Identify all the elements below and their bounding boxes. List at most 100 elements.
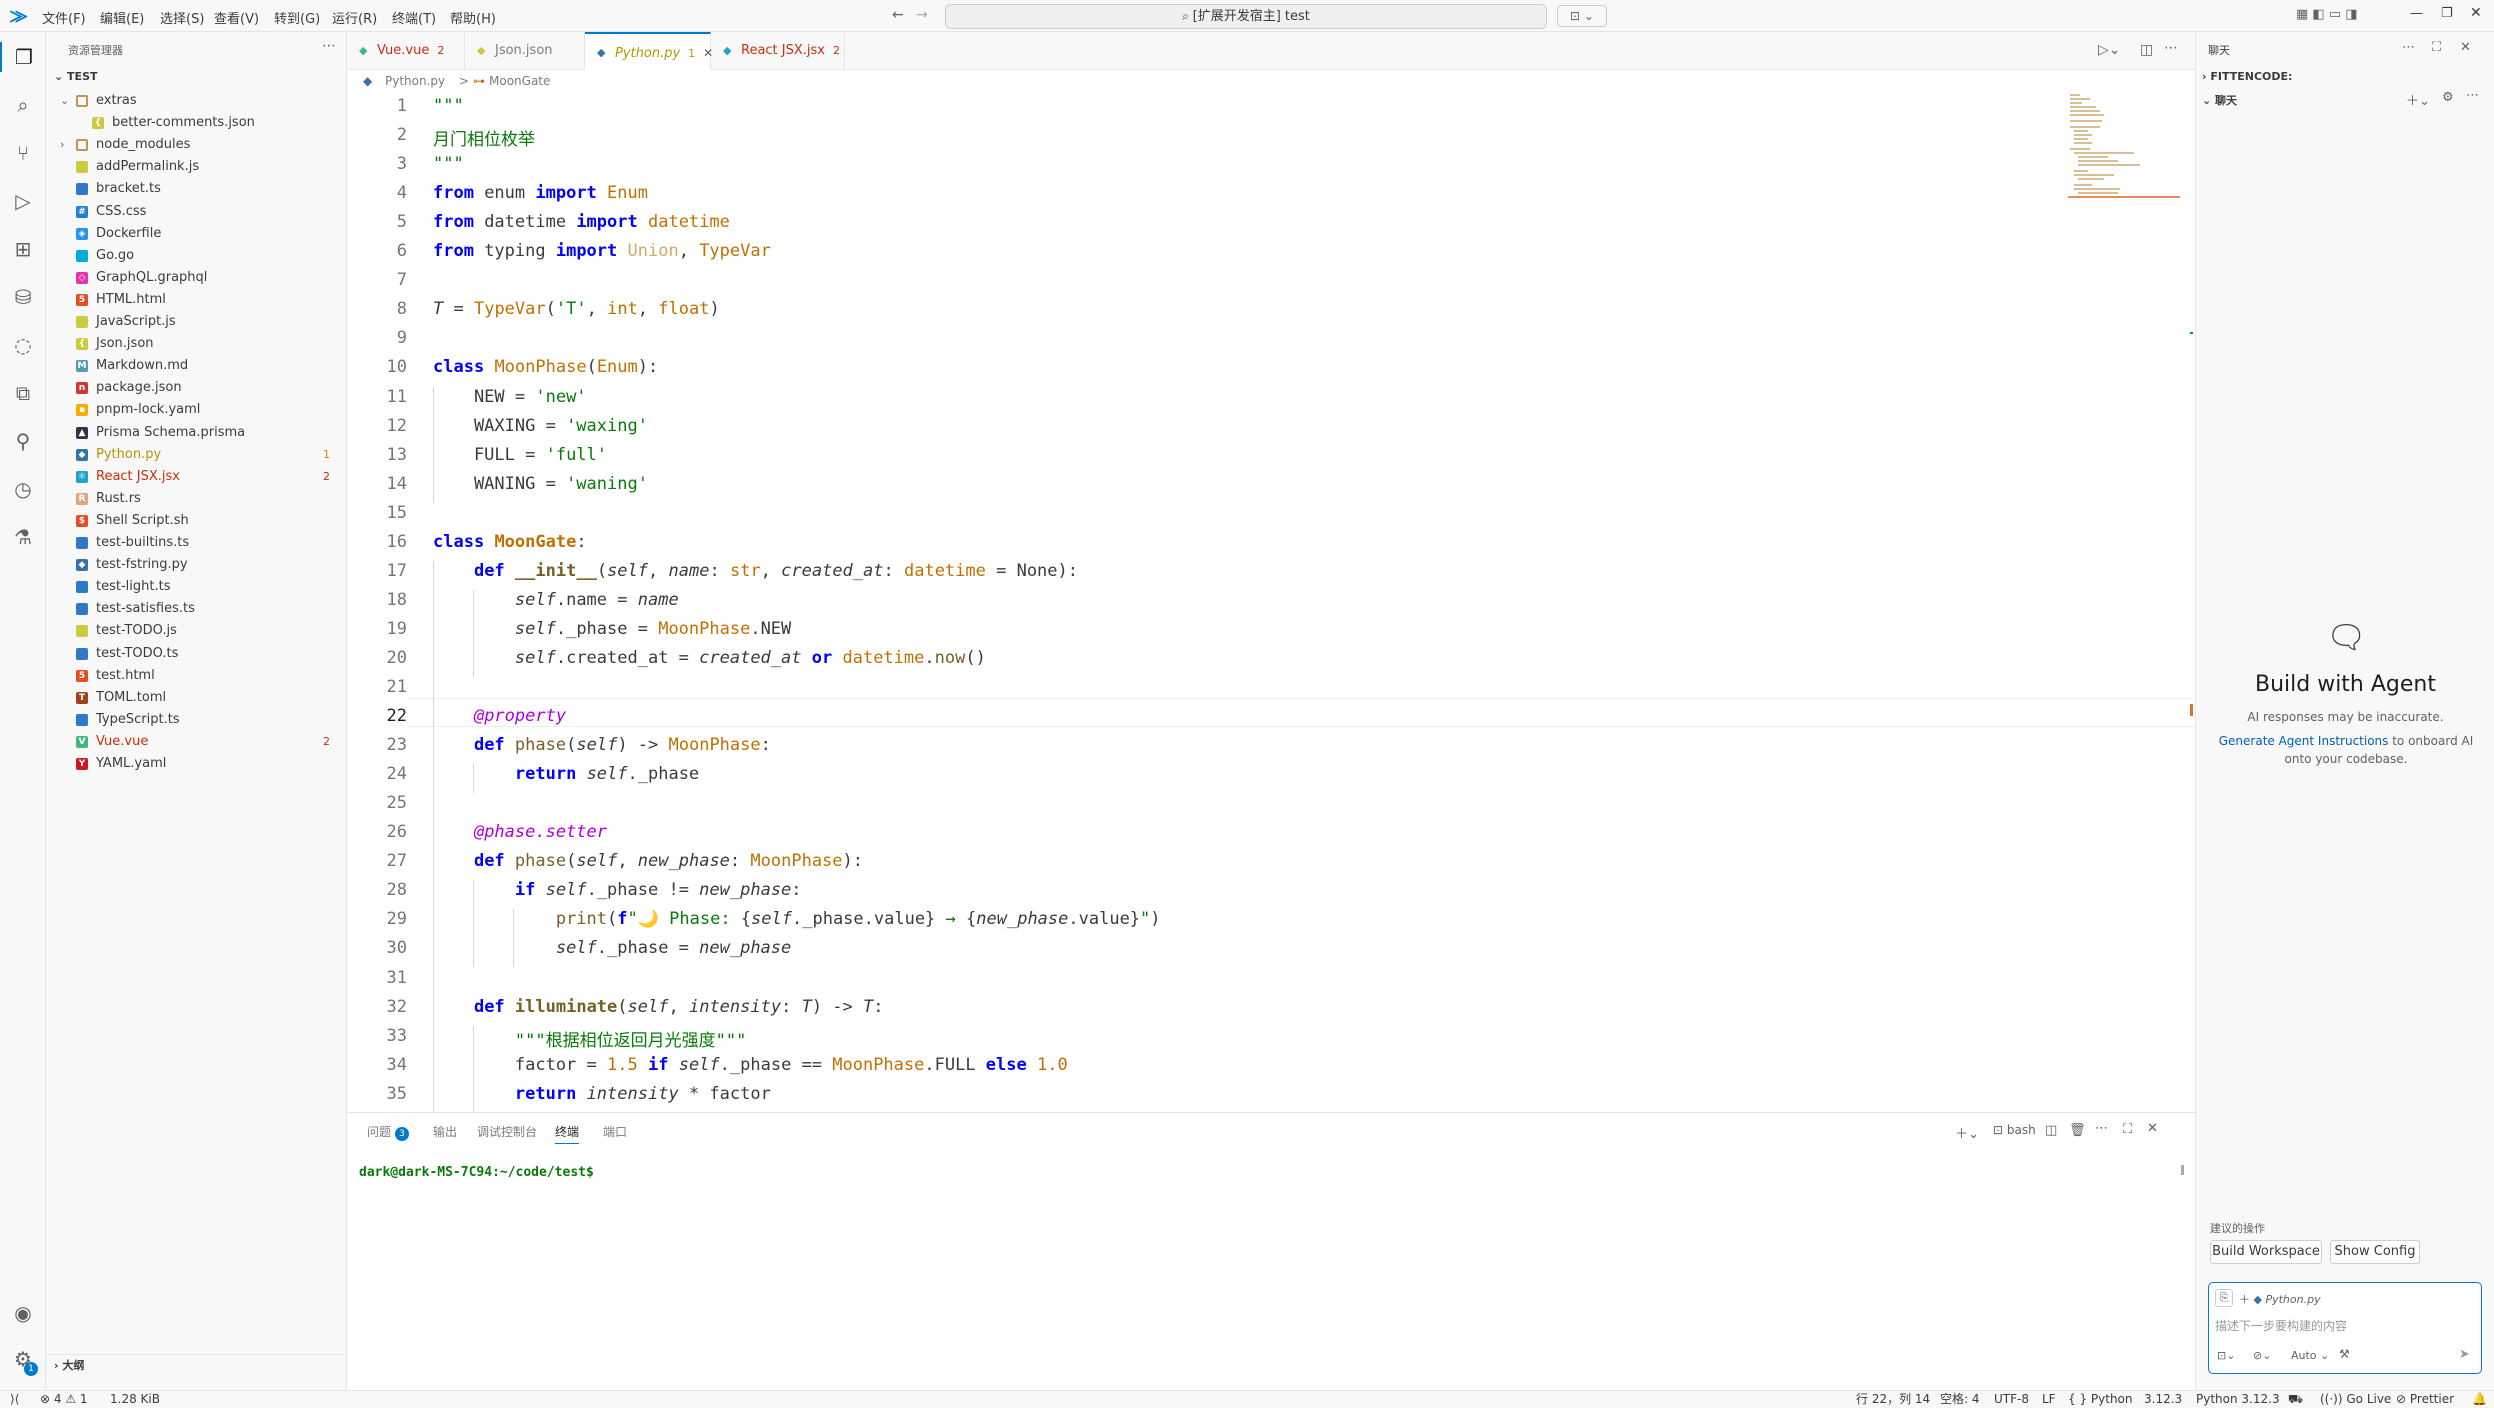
forward-icon[interactable]: → — [916, 7, 928, 23]
chat-section[interactable]: ⌄ 聊天 — [2202, 92, 2237, 108]
code-line[interactable]: from typing import Union, TypeVar — [433, 241, 771, 261]
editor-tab[interactable]: ◆ Vue.vue 2 — [347, 32, 465, 70]
code-line[interactable]: T = TypeVar('T', int, float) — [433, 299, 720, 319]
terminal-prompt[interactable]: dark@dark-MS-7C94:~/code/test$ — [359, 1165, 594, 1180]
notifications-bell-icon[interactable]: 🔔 — [2472, 1391, 2487, 1408]
outline-section[interactable]: › 大纲 — [46, 1354, 346, 1376]
end-of-line[interactable]: LF — [2042, 1391, 2056, 1408]
more-actions-icon[interactable]: ⋯ — [322, 38, 336, 54]
tree-item[interactable]: {better-comments.json — [46, 112, 346, 134]
tree-item[interactable]: test-satisfies.ts — [46, 598, 346, 620]
go-live-button[interactable]: ((·)) Go Live — [2320, 1391, 2391, 1408]
layout-icons[interactable]: ▦ ◧ ▭ ◨ — [2296, 7, 2358, 22]
code-line[interactable]: def phase(self, new_phase: MoonPhase): — [433, 851, 863, 871]
menu-item[interactable]: 帮助(H) — [450, 8, 496, 27]
problems-status[interactable]: ⊗ 4 ⚠ 1 — [40, 1391, 88, 1408]
split-editor-icon[interactable]: ◫ — [2140, 42, 2153, 58]
panel-more-icon[interactable]: ⋯ — [2095, 1121, 2108, 1136]
close-window-button[interactable]: ✕ — [2470, 5, 2482, 21]
menu-item[interactable]: 文件(F) — [42, 8, 86, 27]
editor-tab[interactable]: ◆ React JSX.jsx 2 — [711, 32, 845, 70]
workspace-root[interactable]: ⌄ TEST — [54, 70, 98, 83]
copilot-menu-button[interactable]: ⊡ ⌄ — [1557, 5, 1607, 27]
extensions-icon[interactable]: ⊞ — [8, 234, 38, 264]
panel-tab[interactable]: 端口 — [603, 1123, 627, 1140]
search-view-icon[interactable]: ⌕ — [8, 90, 38, 120]
minimize-button[interactable]: — — [2410, 6, 2423, 21]
context-file-chip[interactable]: ＋ ◆ Python.py — [2239, 1291, 2321, 1307]
tree-item[interactable]: addPermalink.js — [46, 156, 346, 178]
menu-item[interactable]: 查看(V) — [214, 8, 259, 27]
code-line[interactable]: print(f"🌙 Phase: {self._phase.value} → {… — [433, 909, 1161, 929]
explorer-icon[interactable]: ❐ — [0, 42, 46, 72]
source-control-icon[interactable]: ⑂ — [8, 138, 38, 168]
run-python-icon[interactable]: ▷⌄ — [2098, 42, 2121, 58]
build-workspace-button[interactable]: Build Workspace — [2210, 1240, 2322, 1264]
kill-terminal-icon[interactable]: 🗑 — [2069, 1123, 2086, 1138]
attach-icon[interactable]: ⎘ — [2215, 1289, 2233, 1307]
tree-item[interactable]: T TOML.toml — [46, 687, 346, 709]
code-line[interactable]: self._phase = MoonPhase.NEW — [433, 619, 791, 639]
code-line[interactable]: self._phase = new_phase — [433, 938, 791, 958]
tools-config-icon[interactable]: ⚒ — [2339, 1347, 2350, 1361]
cursor-position[interactable]: 行 22，列 14 — [1856, 1391, 1930, 1408]
show-config-button[interactable]: Show Config — [2330, 1240, 2420, 1264]
tree-item[interactable]: test-light.ts — [46, 576, 346, 598]
tree-item[interactable]: › node_modules — [46, 134, 346, 156]
encoding[interactable]: UTF-8 — [1994, 1391, 2029, 1408]
code-line[interactable]: NEW = 'new' — [433, 387, 587, 407]
ports-icon[interactable]: ⛟ — [2288, 1391, 2303, 1408]
code-line[interactable]: @property — [433, 706, 566, 726]
run-debug-icon[interactable]: ▷ — [8, 186, 38, 216]
menu-item[interactable]: 转到(G) — [274, 8, 320, 27]
tree-item[interactable]: ◆ Python.py 1 — [46, 444, 346, 466]
chat-view-icon[interactable]: ◌ — [8, 330, 38, 360]
tree-item[interactable]: $ Shell Script.sh — [46, 510, 346, 532]
testing-icon[interactable]: ⚗ — [8, 522, 38, 552]
python-interpreter[interactable]: Python 3.12.3 — [2196, 1391, 2280, 1408]
account-icon[interactable]: ◉ — [8, 1298, 38, 1328]
menu-item[interactable]: 编辑(E) — [100, 8, 144, 27]
fittencode-section[interactable]: › FITTENCODE: — [2202, 70, 2292, 83]
tree-item[interactable]: R Rust.rs — [46, 488, 346, 510]
model-picker[interactable]: Auto ⌄ — [2291, 1349, 2329, 1362]
tree-item[interactable]: n package.json — [46, 377, 346, 399]
code-line[interactable]: @phase.setter — [433, 822, 607, 842]
code-line[interactable]: from enum import Enum — [433, 183, 648, 203]
code-line[interactable]: self.name = name — [433, 590, 679, 610]
code-line[interactable]: factor = 1.5 if self._phase == MoonPhase… — [433, 1055, 1068, 1075]
command-center-search[interactable]: ⌕ [扩展开发宿主] test — [945, 4, 1547, 29]
chat-input-box[interactable]: ⎘ ＋ ◆ Python.py 描述下一步要构建的内容 ⊡⌄ ⊘⌄ Auto ⌄… — [2208, 1282, 2482, 1374]
database-icon[interactable]: ⛁ — [8, 282, 38, 312]
tree-item[interactable]: ◈ Dockerfile — [46, 223, 346, 245]
chat-settings-icon[interactable]: ⚙ — [2442, 90, 2454, 105]
tree-item[interactable]: ⚛ React JSX.jsx 2 — [46, 466, 346, 488]
chat-more-icon-2[interactable]: ⋯ — [2466, 88, 2479, 103]
close-panel-icon[interactable]: ✕ — [2147, 1121, 2158, 1136]
chat-input-placeholder[interactable]: 描述下一步要构建的内容 — [2215, 1317, 2347, 1334]
generate-instructions-link[interactable]: Generate Agent Instructions — [2219, 734, 2389, 748]
code-line[interactable]: """ — [433, 96, 464, 116]
menu-item[interactable]: 终端(T) — [392, 8, 436, 27]
code-line[interactable]: """根据相位返回月光强度""" — [433, 1026, 746, 1051]
tree-item[interactable]: {Json.json — [46, 333, 346, 355]
tree-item[interactable]: V Vue.vue 2 — [46, 731, 346, 753]
tree-item[interactable]: test-builtins.ts — [46, 532, 346, 554]
editor-more-icon[interactable]: ⋯ — [2164, 40, 2178, 56]
panel-tab[interactable]: 输出 — [433, 1123, 457, 1140]
code-line[interactable]: """ — [433, 154, 464, 174]
terminal-scrollbar[interactable] — [2181, 1165, 2184, 1175]
editor-tab[interactable]: ◆ Json.json — [465, 32, 585, 70]
tree-item[interactable]: ◆ test-fstring.py — [46, 554, 346, 576]
code-line[interactable]: from datetime import datetime — [433, 212, 730, 232]
menu-item[interactable]: 选择(S) — [160, 8, 204, 27]
send-icon[interactable]: ➤ — [2459, 1347, 2470, 1362]
tree-item[interactable]: JavaScript.js — [46, 311, 346, 333]
indentation[interactable]: 空格: 4 — [1940, 1391, 1980, 1408]
tree-item[interactable]: bracket.ts — [46, 178, 346, 200]
chat-more-icon[interactable]: ⋯ — [2402, 40, 2415, 55]
tools-picker[interactable]: ⊘⌄ — [2253, 1349, 2271, 1362]
tree-item[interactable]: test-TODO.js — [46, 620, 346, 642]
code-line[interactable]: WAXING = 'waxing' — [433, 416, 648, 436]
terminal-shell-label[interactable]: ⊡ bash — [1993, 1123, 2036, 1137]
